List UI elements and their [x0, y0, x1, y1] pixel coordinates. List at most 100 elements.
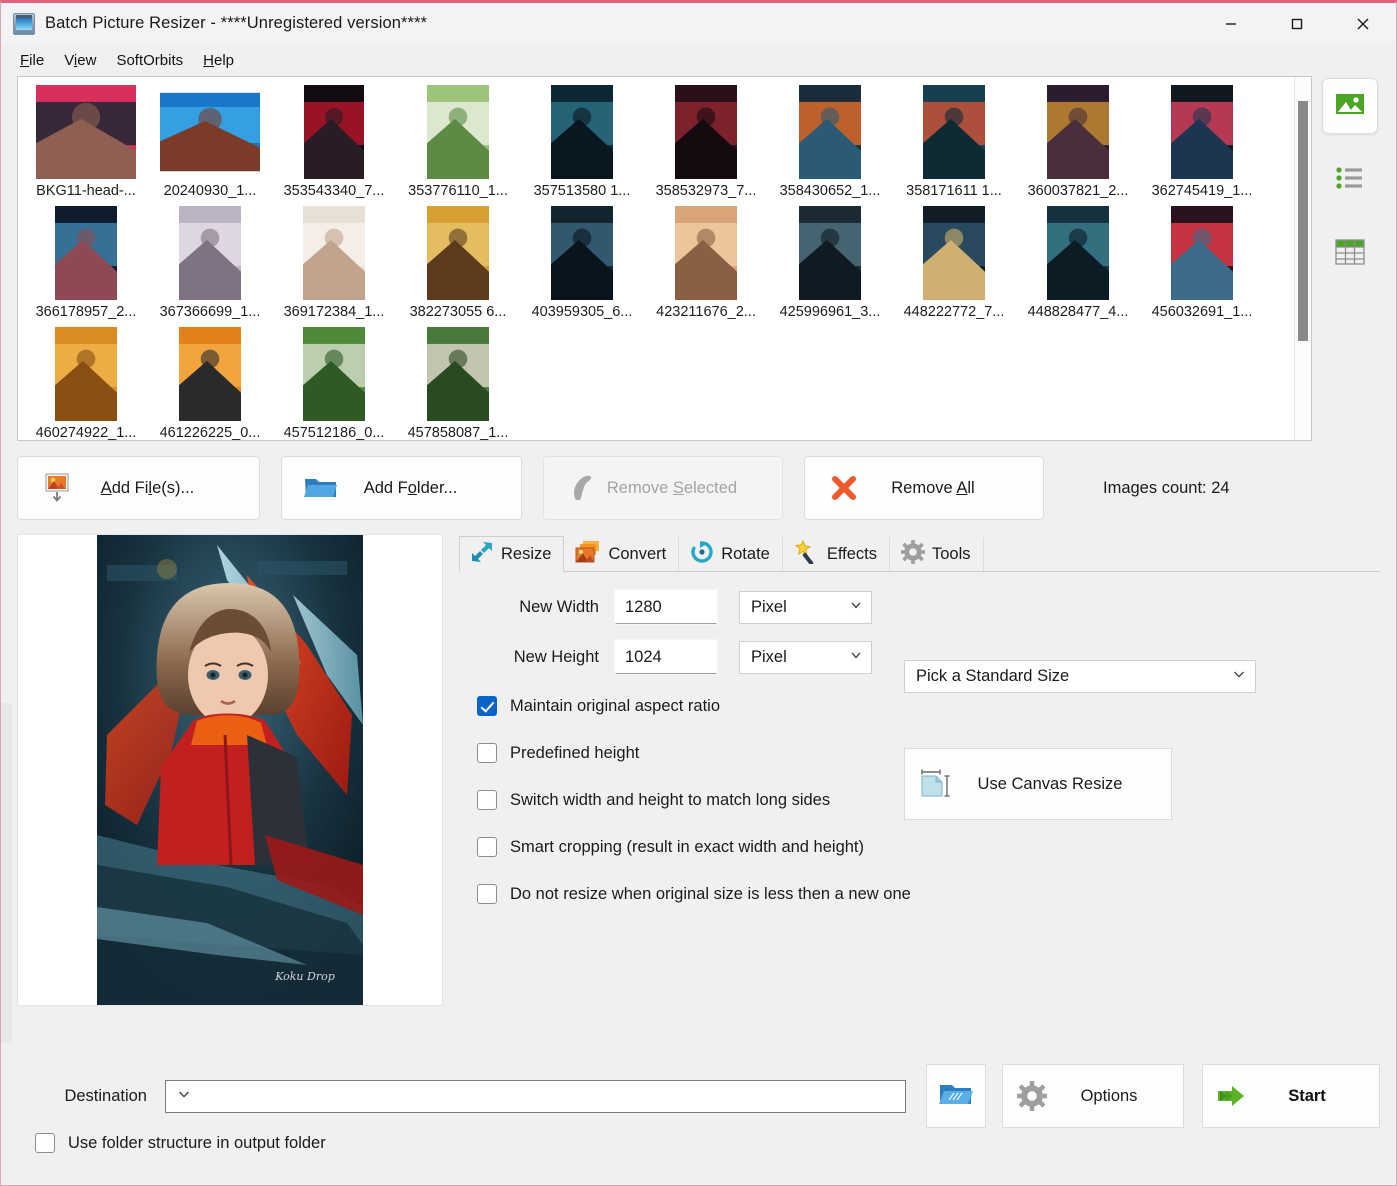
checkbox-row[interactable]: Maintain original aspect ratio — [459, 696, 1380, 716]
thumbnail-image — [656, 206, 756, 300]
thumbnail-label: 360037821_2... — [1027, 183, 1129, 199]
thumbnail-panel[interactable]: BKG11-head-... 20240930_1... 353543340_7..… — [17, 76, 1312, 441]
width-unit-select[interactable]: Pixel — [739, 590, 872, 624]
thumbnail-item[interactable]: 369172384_1... — [272, 206, 396, 327]
folder-structure-label: Use folder structure in output folder — [68, 1133, 326, 1152]
minimize-button[interactable] — [1198, 3, 1264, 44]
thumbnail-item[interactable]: 403959305_6... — [520, 206, 644, 327]
checkbox[interactable] — [477, 743, 497, 763]
thumbnail-item[interactable]: 367366699_1... — [148, 206, 272, 327]
preview-panel[interactable]: Koku Drop — [17, 534, 443, 1006]
height-unit-select[interactable]: Pixel — [739, 640, 872, 674]
open-folder-icon — [939, 1080, 973, 1113]
thumbnail-image — [532, 206, 632, 300]
thumbnail-item[interactable]: 353776110_1... — [396, 85, 520, 206]
checkbox[interactable] — [477, 884, 497, 904]
tab-effects-label: Effects — [826, 544, 877, 563]
thumbnail-image — [284, 85, 384, 179]
checkbox-row[interactable]: Smart cropping (result in exact width an… — [459, 837, 1380, 857]
browse-destination-button[interactable] — [926, 1064, 986, 1128]
thumbnail-item[interactable]: 357513580 1... — [520, 85, 644, 206]
thumbnail-item[interactable]: 457512186_0... — [272, 327, 396, 440]
thumbnail-grid: BKG11-head-... 20240930_1... 353543340_7..… — [18, 77, 1294, 440]
checkbox[interactable] — [477, 837, 497, 857]
checkbox[interactable] — [477, 790, 497, 810]
new-width-input[interactable] — [615, 590, 717, 624]
thumbnail-item[interactable]: 362745419_1... — [1140, 85, 1264, 206]
thumbnail-item[interactable]: BKG11-head-... — [24, 85, 148, 206]
thumbnail-item[interactable]: 358171611 1... — [892, 85, 1016, 206]
destination-input[interactable] — [165, 1079, 906, 1113]
menu-softorbits[interactable]: SoftOrbits — [107, 49, 192, 72]
start-button[interactable]: Start — [1202, 1064, 1380, 1128]
thumbnail-item[interactable]: 448828477_4... — [1016, 206, 1140, 327]
use-canvas-resize-button[interactable]: Use Canvas Resize — [904, 748, 1172, 820]
right-pane: Resize Convert Rotate Effects Tools New … — [459, 534, 1380, 1059]
thumbnail-label: 353776110_1... — [408, 183, 508, 199]
thumbnail-image — [36, 85, 136, 179]
thumbnail-scrollbar[interactable] — [1294, 77, 1311, 440]
list-view-button[interactable] — [1322, 152, 1378, 208]
thumbnail-view-button[interactable] — [1322, 78, 1378, 134]
table-view-button[interactable] — [1322, 226, 1378, 282]
thumbnail-label: 456032691_1... — [1151, 304, 1253, 320]
remove-all-button[interactable]: Remove All — [804, 456, 1044, 520]
gear-tools-icon — [900, 539, 925, 569]
menu-file[interactable]: File — [11, 49, 53, 72]
thumbnail-label: 382273055 6... — [409, 304, 507, 320]
chevron-down-icon — [849, 598, 863, 617]
thumbnail-label: 358171611 1... — [906, 183, 1002, 199]
tab-tools[interactable]: Tools — [890, 537, 984, 571]
tab-rotate-label: Rotate — [721, 544, 770, 563]
thumbnail-item[interactable]: 366178957_2... — [24, 206, 148, 327]
thumbnail-item[interactable]: 448222772_7... — [892, 206, 1016, 327]
chevron-down-icon — [1231, 666, 1247, 687]
thumbnail-item[interactable]: 20240930_1... — [148, 85, 272, 206]
thumbnail-item[interactable]: 456032691_1... — [1140, 206, 1264, 327]
thumbnail-label: BKG11-head-... — [36, 183, 136, 199]
tab-effects[interactable]: Effects — [783, 537, 890, 571]
thumbnail-item[interactable]: 423211676_2... — [644, 206, 768, 327]
thumbnail-item[interactable]: 461226225_0... — [148, 327, 272, 440]
destination-label: Destination — [64, 1086, 147, 1105]
thumbnail-item[interactable]: 457858087_1... — [396, 327, 520, 440]
width-unit-value: Pixel — [751, 597, 787, 616]
thumbnail-item[interactable]: 425996961_3... — [768, 206, 892, 327]
thumbnail-item[interactable]: 358532973_7... — [644, 85, 768, 206]
tab-rotate[interactable]: Rotate — [679, 537, 783, 571]
close-button[interactable] — [1330, 3, 1396, 44]
tab-convert[interactable]: Convert — [564, 537, 680, 571]
maximize-button[interactable] — [1264, 3, 1330, 44]
options-button[interactable]: Options — [1002, 1064, 1184, 1128]
checkbox[interactable] — [477, 696, 497, 716]
thumbnail-item[interactable]: 358430652_1... — [768, 85, 892, 206]
tab-resize[interactable]: Resize — [459, 536, 565, 572]
standard-size-select[interactable]: Pick a Standard Size — [904, 660, 1256, 693]
add-files-button[interactable]: Add File(s)... — [17, 456, 260, 520]
folder-structure-checkbox[interactable] — [35, 1133, 55, 1153]
menu-help[interactable]: Help — [194, 49, 243, 72]
checkbox-label: Predefined height — [510, 743, 640, 762]
thumbnail-item[interactable]: 353543340_7... — [272, 85, 396, 206]
resize-form: New Width Pixel New Height — [459, 572, 1380, 1059]
add-folder-button[interactable]: Add Folder... — [281, 456, 522, 520]
remove-selected-button[interactable]: Remove Selected — [543, 456, 783, 520]
checkbox-row[interactable]: Do not resize when original size is less… — [459, 884, 1380, 904]
thumbnail-item[interactable]: 382273055 6... — [396, 206, 520, 327]
thumbnail-image — [532, 85, 632, 179]
menu-view[interactable]: View — [55, 49, 105, 72]
title-bar: Batch Picture Resizer - ****Unregistered… — [1, 3, 1396, 44]
checkbox-label: Do not resize when original size is less… — [510, 884, 911, 903]
options-label: Options — [1080, 1086, 1138, 1105]
thumbnail-item[interactable]: 360037821_2... — [1016, 85, 1140, 206]
thumbnail-item[interactable]: 460274922_1... — [24, 327, 148, 440]
thumbnail-label: 423211676_2... — [656, 304, 756, 320]
table-view-icon — [1335, 238, 1365, 271]
folder-icon — [298, 475, 344, 501]
thumbnail-label: 358532973_7... — [655, 183, 757, 199]
folder-structure-row[interactable]: Use folder structure in output folder — [17, 1133, 1380, 1153]
thumbnail-image — [284, 327, 384, 421]
thumbnail-image — [780, 85, 880, 179]
new-height-input[interactable] — [615, 640, 717, 674]
scrollbar-thumb[interactable] — [1298, 101, 1308, 341]
